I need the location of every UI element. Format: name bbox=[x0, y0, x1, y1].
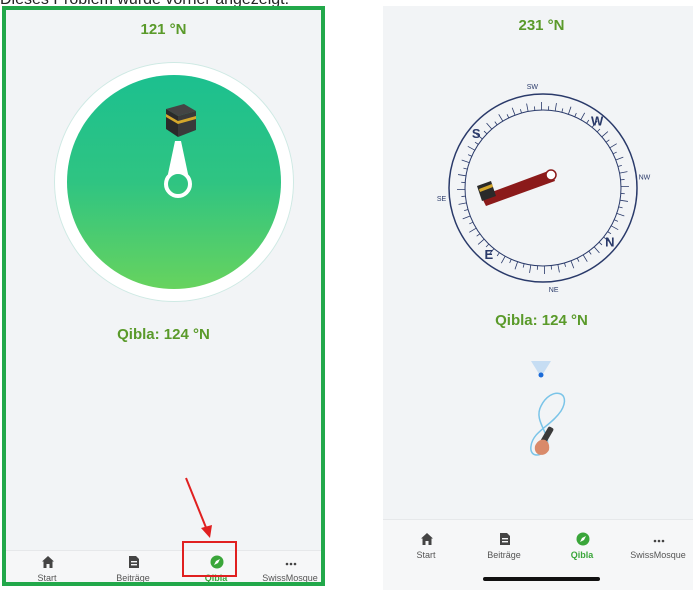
dial-tick bbox=[619, 171, 628, 174]
nav-label: Beiträge bbox=[487, 550, 521, 560]
dial-tick bbox=[605, 139, 610, 143]
dial-tick bbox=[618, 206, 623, 209]
dial-tick bbox=[611, 225, 619, 231]
calibration-hint bbox=[530, 361, 566, 456]
dial-tick bbox=[526, 103, 529, 112]
qibla-direction-text: Qibla: 124 °N bbox=[495, 312, 588, 329]
annotation-arrowhead-icon bbox=[201, 525, 212, 538]
dial-tick bbox=[511, 107, 516, 116]
dial-tick bbox=[476, 233, 481, 237]
dial-tick bbox=[500, 256, 506, 264]
dial-tick bbox=[593, 246, 600, 254]
dial-tick bbox=[486, 122, 493, 130]
dial-tick bbox=[498, 114, 504, 122]
dial-tick bbox=[477, 238, 485, 245]
dial-direction-label: NE bbox=[549, 287, 559, 294]
dial-tick bbox=[469, 221, 474, 225]
dial-tick bbox=[564, 262, 566, 267]
dial-tick bbox=[467, 145, 475, 151]
dial-tick bbox=[561, 108, 564, 113]
dial-tick bbox=[458, 202, 467, 205]
dial-tick bbox=[616, 213, 625, 217]
dial-tick bbox=[462, 215, 471, 220]
dial-outer-ring bbox=[448, 93, 638, 283]
annotation-arrow-line bbox=[185, 477, 208, 531]
dial-tick bbox=[582, 254, 588, 262]
dial-direction-label: S bbox=[472, 126, 481, 141]
compass-icon bbox=[576, 532, 590, 546]
dial-tick bbox=[554, 102, 557, 112]
dial-tick bbox=[588, 250, 592, 255]
dial-tick bbox=[457, 174, 467, 177]
dial-tick bbox=[596, 128, 601, 133]
dial-tick bbox=[601, 131, 609, 138]
nav-start[interactable]: Start bbox=[391, 520, 461, 560]
dial-tick bbox=[612, 151, 617, 155]
dial-tick bbox=[576, 257, 580, 262]
bottom-nav: Start Beiträge Qibla SwissMosque bbox=[383, 519, 693, 590]
dial-tick bbox=[496, 252, 500, 257]
dial-tick bbox=[514, 261, 518, 270]
dial-tick bbox=[529, 264, 532, 274]
nav-label: Qibla bbox=[570, 550, 594, 560]
dial-tick bbox=[509, 259, 512, 264]
nav-qibla[interactable]: Qibla bbox=[547, 520, 617, 560]
right-phone-screen: 231 °N N E S W NE SE SW NW Qibla: 124 °N Start bbox=[383, 6, 693, 590]
qibla-needle-icon bbox=[477, 169, 557, 206]
dial-tick bbox=[586, 119, 590, 124]
dial-direction-label: SW bbox=[527, 84, 539, 91]
dial-direction-label: W bbox=[591, 113, 604, 128]
dial-tick bbox=[580, 112, 586, 120]
dial-tick bbox=[522, 263, 525, 268]
nav-label: Start bbox=[416, 550, 436, 560]
nav-label: SwissMosque bbox=[630, 550, 686, 560]
dial-tick bbox=[461, 159, 470, 163]
dial-tick bbox=[615, 156, 624, 161]
document-icon bbox=[500, 533, 510, 545]
dial-tick bbox=[506, 114, 510, 119]
home-indicator bbox=[483, 577, 600, 581]
dial-direction-label: E bbox=[485, 247, 494, 262]
home-icon bbox=[421, 533, 433, 545]
dial-tick bbox=[483, 130, 488, 135]
dial-tick bbox=[574, 112, 577, 117]
dial-tick bbox=[614, 219, 619, 222]
dial-tick bbox=[474, 141, 479, 145]
dial-tick bbox=[609, 143, 617, 149]
nav-beitraege[interactable]: Beiträge bbox=[469, 520, 539, 560]
dial-tick bbox=[467, 154, 472, 157]
dial-tick bbox=[619, 199, 629, 202]
dial-tick bbox=[557, 264, 560, 273]
dial-direction-label: N bbox=[605, 234, 614, 249]
dial-tick bbox=[617, 165, 622, 167]
dial-tick bbox=[570, 260, 575, 269]
dial-tick bbox=[494, 121, 498, 126]
dial-tick bbox=[469, 227, 477, 233]
nav-swissmosque[interactable]: SwissMosque bbox=[623, 520, 693, 560]
dial-direction-label: SE bbox=[437, 196, 447, 203]
dial-labels: NESWNESESWNW bbox=[437, 84, 651, 294]
dial-tick bbox=[568, 106, 572, 115]
dial-direction-label: NW bbox=[639, 175, 651, 182]
more-icon bbox=[653, 539, 665, 543]
dial-tick bbox=[463, 167, 468, 170]
dial-tick bbox=[464, 209, 469, 211]
dial-tick bbox=[520, 109, 522, 114]
dial-tick bbox=[598, 241, 603, 246]
compass-dial: NESWNESESWNW bbox=[437, 84, 651, 294]
highlight-box bbox=[182, 541, 237, 577]
